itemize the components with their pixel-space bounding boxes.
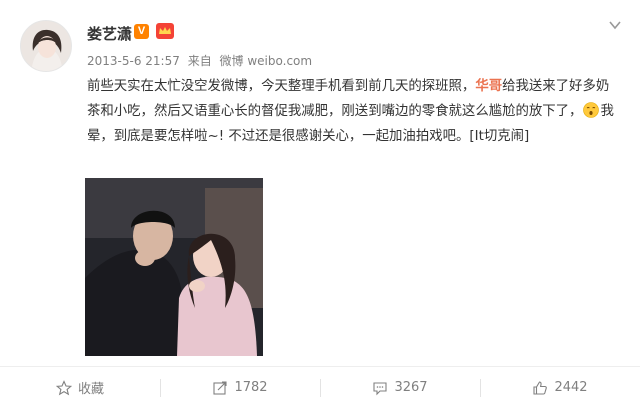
repost-count: 1782 [234,380,268,395]
post-text: 前些天实在太忙没空发微博，今天整理手机看到前几天的探班照，华哥给我送来了好多奶茶… [87,74,622,149]
favorite-label: 收藏 [77,382,104,397]
weibo-post: 娄艺潇 V 2013-5-6 21:57 来自 微博 weibo.com 前些天… [0,0,640,408]
thumbs-up-icon [533,380,548,395]
post-timestamp[interactable]: 2013-5-6 21:57 [87,54,180,68]
comment-button[interactable]: 3267 [320,367,480,408]
mention-link[interactable]: 华哥 [475,79,502,94]
action-bar: 收藏 1782 3267 2442 [0,366,640,408]
chevron-down-icon[interactable] [608,18,622,32]
dizzy-face-emoji-icon [583,102,600,118]
repost-button[interactable]: 1782 [160,367,320,408]
author-name[interactable]: 娄艺潇 [87,23,132,44]
avatar-image [21,21,71,71]
like-button[interactable]: 2442 [480,367,640,408]
like-count: 2442 [554,380,588,395]
verified-icon[interactable]: V [134,24,149,39]
repost-icon [213,380,228,395]
comment-count: 3267 [394,380,428,395]
post-photo[interactable] [85,178,263,356]
favorite-button[interactable]: 收藏 [0,367,160,408]
post-meta: 2013-5-6 21:57 来自 微博 weibo.com [87,52,316,69]
source-prefix: 来自 [187,54,212,68]
post-source[interactable]: 微博 weibo.com [220,54,313,68]
member-crown-icon[interactable] [155,22,175,40]
star-icon [55,379,72,395]
photo-image [85,178,263,356]
comment-icon [373,381,388,395]
avatar[interactable] [20,20,72,72]
post-text-part-1: 前些天实在太忙没空发微博，今天整理手机看到前几天的探班照， [87,79,476,94]
